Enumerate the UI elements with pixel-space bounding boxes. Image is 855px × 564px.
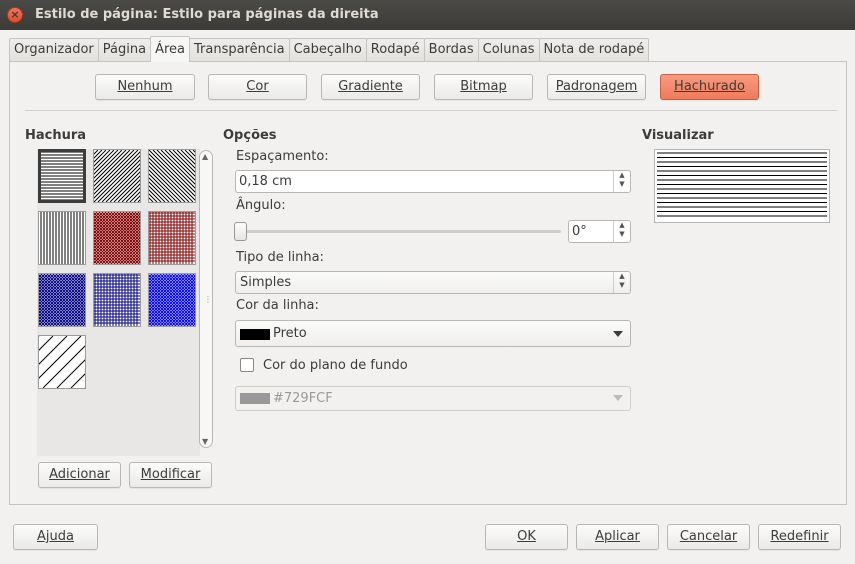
hatch-heading: Hachura [25, 128, 87, 143]
close-icon[interactable]: × [7, 7, 23, 23]
tab-colunas[interactable]: Colunas [477, 38, 540, 62]
background-color-select[interactable]: #729FCF [235, 386, 631, 411]
angle-slider-track[interactable] [237, 230, 561, 233]
hatch-swatch-image [39, 151, 85, 201]
preview-hatch-image [657, 152, 827, 217]
hatch-preview [654, 149, 830, 223]
hatch-swatch-black-horizontal[interactable] [38, 149, 86, 203]
options-heading: Opções [223, 128, 277, 143]
tab-página[interactable]: Página [97, 38, 152, 62]
fill-hatch-button[interactable]: Hachurado [660, 74, 759, 100]
preview-heading: Visualizar [642, 128, 714, 143]
title-bar: × Estilo de página: Estilo para páginas … [0, 0, 855, 30]
spacing-value: 0,18 cm [239, 174, 292, 189]
fill-pattern-label: Padronagem [555, 79, 638, 94]
hatch-swatch-blue-crosshatch-diagonal[interactable] [0, 273, 187, 327]
tab-cabeçalho[interactable]: Cabeçalho [288, 38, 367, 62]
fill-bitmap-button[interactable]: Bitmap [434, 74, 533, 100]
fill-pattern-button[interactable]: Padronagem [547, 74, 646, 100]
apply-label: Aplicar [595, 529, 640, 544]
modify-hatch-label: Modificar [140, 467, 201, 482]
hatch-swatch-black-diagonal-neg45[interactable] [96, 149, 298, 203]
ok-label: OK [517, 529, 536, 544]
hatch-swatch-red-crosshatch-diagonal[interactable] [41, 211, 242, 265]
hatch-swatch-image [94, 274, 140, 326]
fill-gradient-label: Gradiente [338, 79, 403, 94]
cancel-button[interactable]: Cancelar [667, 524, 750, 550]
line-type-spin-icon[interactable]: ▲ ▼ [613, 272, 630, 293]
fill-none-button[interactable]: Nenhum [95, 74, 195, 100]
hatch-swatch-image [96, 273, 297, 327]
background-color-value: #729FCF [273, 391, 333, 406]
apply-button[interactable]: Aplicar [576, 524, 659, 550]
add-hatch-button[interactable]: Adicionar [38, 462, 121, 488]
line-type-label: Tipo de linha: [236, 250, 324, 265]
angle-label: Ângulo: [236, 198, 286, 213]
background-color-swatch [240, 393, 270, 404]
angle-field[interactable]: 0° ▲ ▼ [568, 220, 631, 243]
scroll-down-icon[interactable]: ▼ [202, 437, 208, 446]
help-button[interactable]: Ajuda [13, 524, 98, 550]
modify-hatch-button[interactable]: Modificar [129, 462, 212, 488]
line-type-value: Simples [240, 275, 292, 290]
line-color-select[interactable]: Preto [235, 320, 631, 347]
window-title: Estilo de página: Estilo para páginas da… [35, 7, 379, 22]
hatch-swatch-image [0, 335, 180, 389]
scroll-up-icon[interactable]: ▲ [202, 152, 208, 161]
hatch-swatch-red-crosshatch[interactable] [148, 211, 196, 265]
ok-button[interactable]: OK [485, 524, 568, 550]
hatch-swatch-black-wide-diagonal[interactable] [0, 335, 180, 389]
tab-nota-de-rodapé[interactable]: Nota de rodapé [538, 38, 650, 62]
tab-bar: Organizador Página Área Transparência Cabeça… [9, 36, 650, 62]
tab-área[interactable]: Área [150, 36, 190, 62]
line-type-select[interactable]: Simples ▲ ▼ [235, 271, 631, 294]
chevron-down-icon [613, 331, 623, 337]
hatch-swatch-image [41, 149, 243, 203]
cancel-label: Cancelar [679, 529, 738, 544]
angle-value: 0° [572, 224, 587, 239]
hatch-swatch-image [96, 149, 298, 203]
fill-gradient-button[interactable]: Gradiente [321, 74, 420, 100]
angle-slider-thumb[interactable] [234, 222, 247, 241]
chevron-down-icon [613, 395, 623, 401]
add-hatch-label: Adicionar [49, 467, 110, 482]
hatch-list-scrollbar[interactable]: ▲ ⋮ ▼ [199, 150, 213, 448]
line-color-label: Cor da linha: [236, 298, 319, 313]
spacing-spin-icon[interactable]: ▲ ▼ [613, 171, 630, 192]
line-color-swatch [240, 329, 270, 340]
hatch-swatch-bright-blue-crosshatch[interactable] [96, 273, 297, 327]
hatch-swatch-image [40, 212, 84, 264]
hatch-swatch-image [0, 273, 187, 327]
fill-bitmap-label: Bitmap [460, 79, 507, 94]
fill-color-label: Cor [246, 79, 269, 94]
hatch-swatch-image [149, 212, 195, 264]
separator [25, 110, 837, 111]
background-color-checkbox[interactable] [240, 358, 254, 372]
hatch-swatch-blue-crosshatch[interactable] [93, 273, 141, 327]
reset-button[interactable]: Redefinir [758, 524, 841, 550]
spacing-label: Espaçamento: [236, 149, 329, 164]
fill-color-button[interactable]: Cor [208, 74, 307, 100]
line-color-value: Preto [273, 326, 307, 341]
tab-transparência[interactable]: Transparência [188, 38, 290, 62]
background-color-label: Cor do plano de fundo [263, 358, 408, 373]
hatch-list [0, 149, 298, 456]
fill-hatch-label: Hachurado [674, 79, 745, 94]
tab-organizador[interactable]: Organizador [9, 38, 99, 62]
tab-bordas[interactable]: Bordas [423, 38, 479, 62]
reset-label: Redefinir [770, 529, 829, 544]
hatch-swatch-image [41, 211, 242, 265]
fill-none-label: Nenhum [117, 79, 173, 94]
tab-rodapé[interactable]: Rodapé [365, 38, 425, 62]
hatch-swatch-black-vertical[interactable] [38, 211, 86, 265]
help-label: Ajuda [37, 529, 74, 544]
scroll-grip-icon[interactable]: ⋮ [204, 295, 212, 304]
angle-spin-icon[interactable]: ▲ ▼ [613, 221, 630, 242]
hatch-swatch-black-diagonal-45[interactable] [41, 149, 243, 203]
spacing-field[interactable]: 0,18 cm ▲ ▼ [235, 170, 631, 193]
